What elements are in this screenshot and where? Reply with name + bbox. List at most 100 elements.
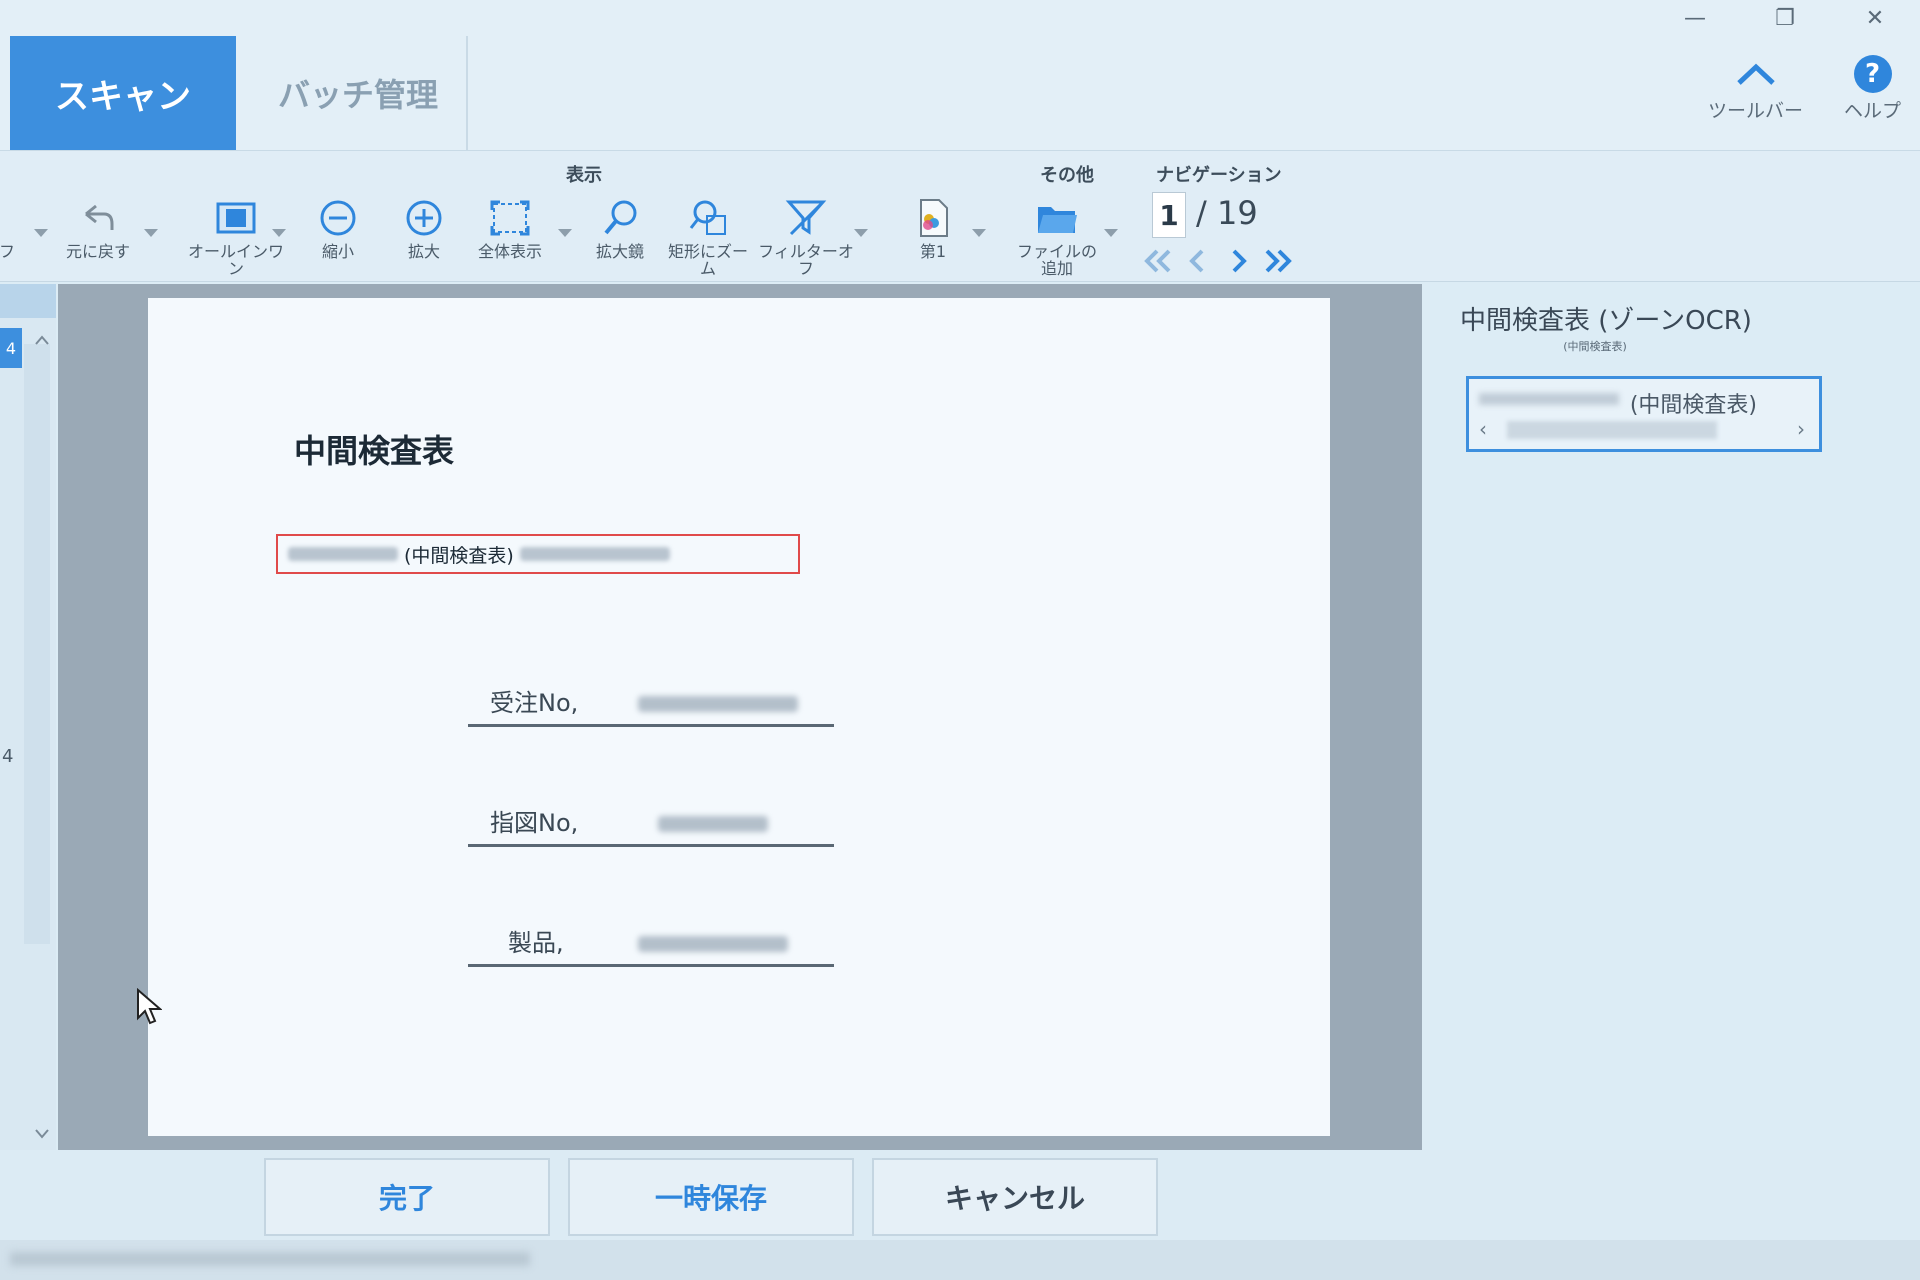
- scroll-down-icon[interactable]: [32, 1124, 52, 1144]
- help-label: ヘルプ: [1844, 100, 1902, 122]
- partial-ribbon-label: フ: [0, 242, 14, 260]
- magnifier-icon: [595, 195, 645, 241]
- filter-off-icon: [781, 195, 831, 241]
- page-total: / 19: [1196, 194, 1258, 232]
- add-file-button[interactable]: ファイルの追加: [1012, 195, 1102, 277]
- add-file-label: ファイルの追加: [1016, 242, 1097, 278]
- scroll-right-icon[interactable]: ›: [1797, 417, 1805, 441]
- dropdown-arrow-icon[interactable]: [854, 229, 868, 237]
- partial-ribbon-button[interactable]: フ: [0, 195, 14, 260]
- field-instruction-no: 指図No,: [468, 794, 834, 847]
- redacted-value: [638, 696, 798, 712]
- toolbar-toggle-button[interactable]: ツールバー: [1708, 52, 1803, 123]
- fit-all-label: 全体表示: [477, 242, 542, 261]
- zoom-out-label: 縮小: [321, 242, 354, 261]
- field-label: 製品,: [508, 929, 564, 957]
- scrollbar-thumb[interactable]: [1507, 421, 1717, 439]
- scroll-left-icon[interactable]: ‹: [1479, 417, 1487, 441]
- allinone-button[interactable]: オールインワン: [186, 195, 286, 277]
- dropdown-arrow-icon[interactable]: [144, 229, 158, 237]
- undo-button[interactable]: 元に戻す: [62, 195, 134, 260]
- thumbnail-marker[interactable]: 4: [0, 328, 22, 368]
- zone-ocr-field[interactable]: (中間検査表) ‹ ›: [1466, 376, 1822, 452]
- zoom-in-label: 拡大: [407, 242, 440, 261]
- help-button[interactable]: ? ヘルプ: [1844, 52, 1901, 123]
- document-page[interactable]: 中間検査表 (中間検査表) 受注No, 指図No, 製品,: [148, 298, 1330, 1136]
- ocr-zone-box[interactable]: (中間検査表): [276, 534, 800, 574]
- magnifier-button[interactable]: 拡大鏡: [588, 195, 652, 260]
- group-label-other: その他: [1040, 165, 1094, 186]
- previous-page-icon[interactable]: [1180, 244, 1216, 278]
- tab-scan[interactable]: スキャン: [10, 36, 236, 150]
- minimize-button[interactable]: —: [1650, 0, 1740, 36]
- rect-zoom-button[interactable]: 矩形にズーム: [666, 195, 750, 277]
- toolbar-toggle-label: ツールバー: [1708, 100, 1804, 122]
- zoom-in-button[interactable]: 拡大: [396, 195, 452, 260]
- scroll-up-icon[interactable]: [32, 330, 52, 350]
- cancel-button[interactable]: キャンセル: [872, 1158, 1158, 1236]
- undo-icon: [73, 195, 123, 241]
- group-label-display: 表示: [566, 165, 602, 186]
- field-order-no: 受注No,: [468, 674, 834, 727]
- field-product: 製品,: [468, 914, 834, 967]
- zone-ocr-panel-subtitle: (中間検査表): [1465, 338, 1725, 353]
- dropdown-arrow-icon[interactable]: [272, 229, 286, 237]
- allinone-icon: [211, 195, 261, 241]
- thumbnail-selected[interactable]: [0, 284, 56, 318]
- status-bar: [0, 1240, 1920, 1280]
- redacted-text: [1479, 393, 1619, 405]
- page-navigation: [1140, 244, 1296, 278]
- redacted-value: [658, 816, 768, 832]
- magnifier-label: 拡大鏡: [595, 242, 644, 261]
- ocr-zone-text: (中間検査表): [404, 544, 514, 567]
- filter-off-button[interactable]: フィルターオフ: [758, 195, 854, 277]
- group-label-navigation: ナビゲーション: [1156, 165, 1282, 186]
- action-bar: 完了 一時保存 キャンセル: [0, 1150, 1920, 1240]
- zone-ocr-subtitle-text: (中間検査表): [1563, 340, 1627, 353]
- temp-save-button[interactable]: 一時保存: [568, 1158, 854, 1236]
- color-document-icon: [908, 195, 958, 241]
- close-button[interactable]: ✕: [1830, 0, 1920, 36]
- first-color-label: 第1: [919, 242, 947, 261]
- zoom-in-icon: [399, 195, 449, 241]
- folder-icon: [1032, 195, 1082, 241]
- dropdown-arrow-icon[interactable]: [972, 229, 986, 237]
- rect-zoom-label: 矩形にズーム: [667, 242, 748, 278]
- fit-all-button[interactable]: 全体表示: [472, 195, 548, 260]
- last-page-icon[interactable]: [1260, 244, 1296, 278]
- dropdown-arrow-icon[interactable]: [1104, 229, 1118, 237]
- document-title: 中間検査表: [294, 432, 455, 470]
- tab-strip: スキャン バッチ管理 ツールバー ? ヘルプ: [0, 0, 1920, 151]
- zoom-out-icon: [313, 195, 363, 241]
- window-controls: — ❐ ✕: [1650, 0, 1920, 36]
- filter-off-label: フィルターオフ: [758, 242, 854, 278]
- undo-label: 元に戻す: [65, 242, 130, 261]
- redacted-text: [519, 547, 670, 561]
- rect-zoom-icon: [683, 195, 733, 241]
- allinone-label: オールインワン: [187, 242, 284, 278]
- done-button[interactable]: 完了: [264, 1158, 550, 1236]
- redacted-text: [288, 547, 398, 561]
- redacted-status-text: [10, 1252, 530, 1266]
- zoom-out-button[interactable]: 縮小: [310, 195, 366, 260]
- field-label: 指図No,: [490, 809, 579, 837]
- first-color-button[interactable]: 第1: [906, 195, 960, 260]
- fit-screen-icon: [485, 195, 535, 241]
- dropdown-arrow-icon[interactable]: [558, 229, 572, 237]
- field-label: 受注No,: [490, 689, 579, 717]
- ribbon: 表示 その他 ナビゲーション フ 元に戻す オールインワン 縮小 拡大 全体表示…: [0, 151, 1920, 282]
- first-page-icon[interactable]: [1140, 244, 1176, 278]
- redacted-value: [638, 936, 788, 952]
- restore-button[interactable]: ❐: [1740, 0, 1830, 36]
- help-icon: ?: [1853, 55, 1892, 93]
- page-number-input[interactable]: 1: [1152, 192, 1186, 238]
- dropdown-arrow-icon[interactable]: [34, 229, 48, 237]
- zone-ocr-field-value: (中間検査表): [1629, 393, 1757, 418]
- thumbnail-scrollbar[interactable]: [24, 344, 50, 944]
- horizontal-scrollbar[interactable]: ‹ ›: [1477, 417, 1811, 443]
- thumbnail-number: 4: [2, 746, 14, 767]
- document-viewer[interactable]: 中間検査表 (中間検査表) 受注No, 指図No, 製品,: [58, 284, 1422, 1150]
- next-page-icon[interactable]: [1220, 244, 1256, 278]
- zone-ocr-panel-title: 中間検査表 (ゾーンOCR): [1460, 306, 1752, 336]
- tab-batch-management[interactable]: バッチ管理: [250, 36, 468, 150]
